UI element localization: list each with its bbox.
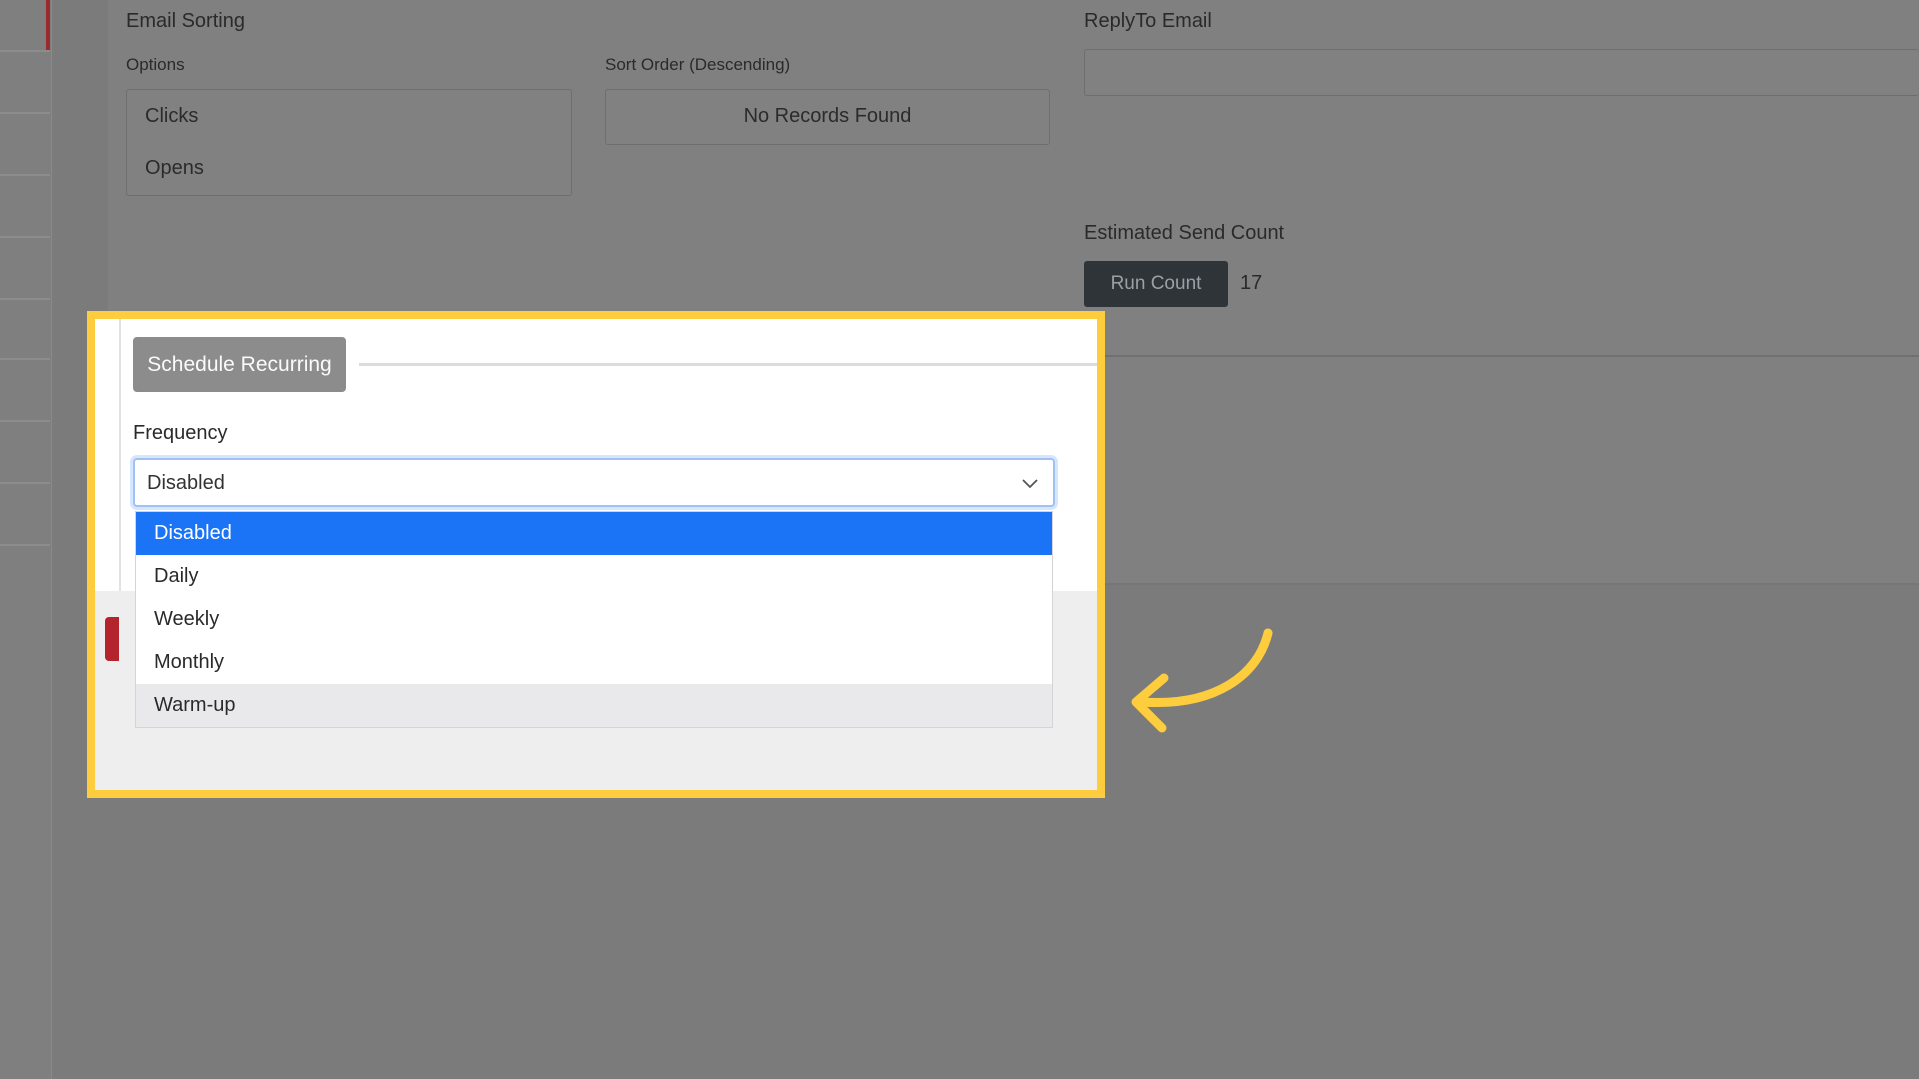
- rail-divider: [0, 174, 50, 176]
- estimated-send-count-label: Estimated Send Count: [1084, 222, 1285, 244]
- frequency-option-monthly[interactable]: Monthly: [136, 641, 1052, 684]
- rail-divider: [0, 298, 50, 300]
- replyto-email-input[interactable]: [1084, 49, 1919, 96]
- frequency-select[interactable]: Disabled: [133, 458, 1055, 507]
- section-divider: [1099, 355, 1919, 357]
- options-label: Options: [126, 55, 185, 74]
- schedule-recurring-button[interactable]: Schedule Recurring: [133, 337, 346, 392]
- rail-divider: [0, 50, 50, 52]
- send-count-value: 17: [1240, 272, 1263, 294]
- sort-option-clicks[interactable]: Clicks: [145, 105, 198, 128]
- rail-divider: [0, 420, 50, 422]
- email-sorting-title: Email Sorting: [126, 10, 245, 32]
- rail-divider: [0, 482, 50, 484]
- sort-order-empty-text: No Records Found: [743, 105, 912, 127]
- rail-divider: [0, 112, 50, 114]
- section-left-border: [119, 319, 121, 591]
- sort-options-list[interactable]: Clicks Opens: [126, 89, 572, 196]
- curved-arrow-icon: [1131, 628, 1273, 733]
- chevron-down-icon: [1022, 479, 1038, 489]
- frequency-dropdown: Disabled Daily Weekly Monthly Warm-up: [135, 511, 1053, 728]
- sort-order-label: Sort Order (Descending): [605, 55, 791, 74]
- rail-divider: [0, 358, 50, 360]
- frequency-option-weekly[interactable]: Weekly: [136, 598, 1052, 641]
- frequency-option-daily[interactable]: Daily: [136, 555, 1052, 598]
- rail-active-marker: [46, 0, 50, 50]
- sort-order-list[interactable]: No Records Found: [605, 89, 1050, 145]
- run-count-button[interactable]: Run Count: [1084, 261, 1228, 307]
- replyto-email-label: ReplyTo Email: [1084, 10, 1212, 32]
- frequency-option-warm-up[interactable]: Warm-up: [136, 684, 1052, 727]
- highlight-frame: Schedule Recurring Frequency Disabled Di…: [87, 311, 1105, 798]
- rail-divider: [0, 544, 50, 546]
- red-action-button-edge[interactable]: [105, 617, 119, 661]
- panel-bottom-edge: [1099, 583, 1919, 585]
- frequency-label: Frequency: [133, 422, 228, 444]
- schedule-divider: [359, 363, 1097, 366]
- frequency-selected-value: Disabled: [147, 472, 225, 494]
- left-rail: [0, 0, 52, 1079]
- sort-option-opens[interactable]: Opens: [145, 157, 204, 180]
- rail-divider: [0, 236, 50, 238]
- frequency-option-disabled[interactable]: Disabled: [136, 512, 1052, 555]
